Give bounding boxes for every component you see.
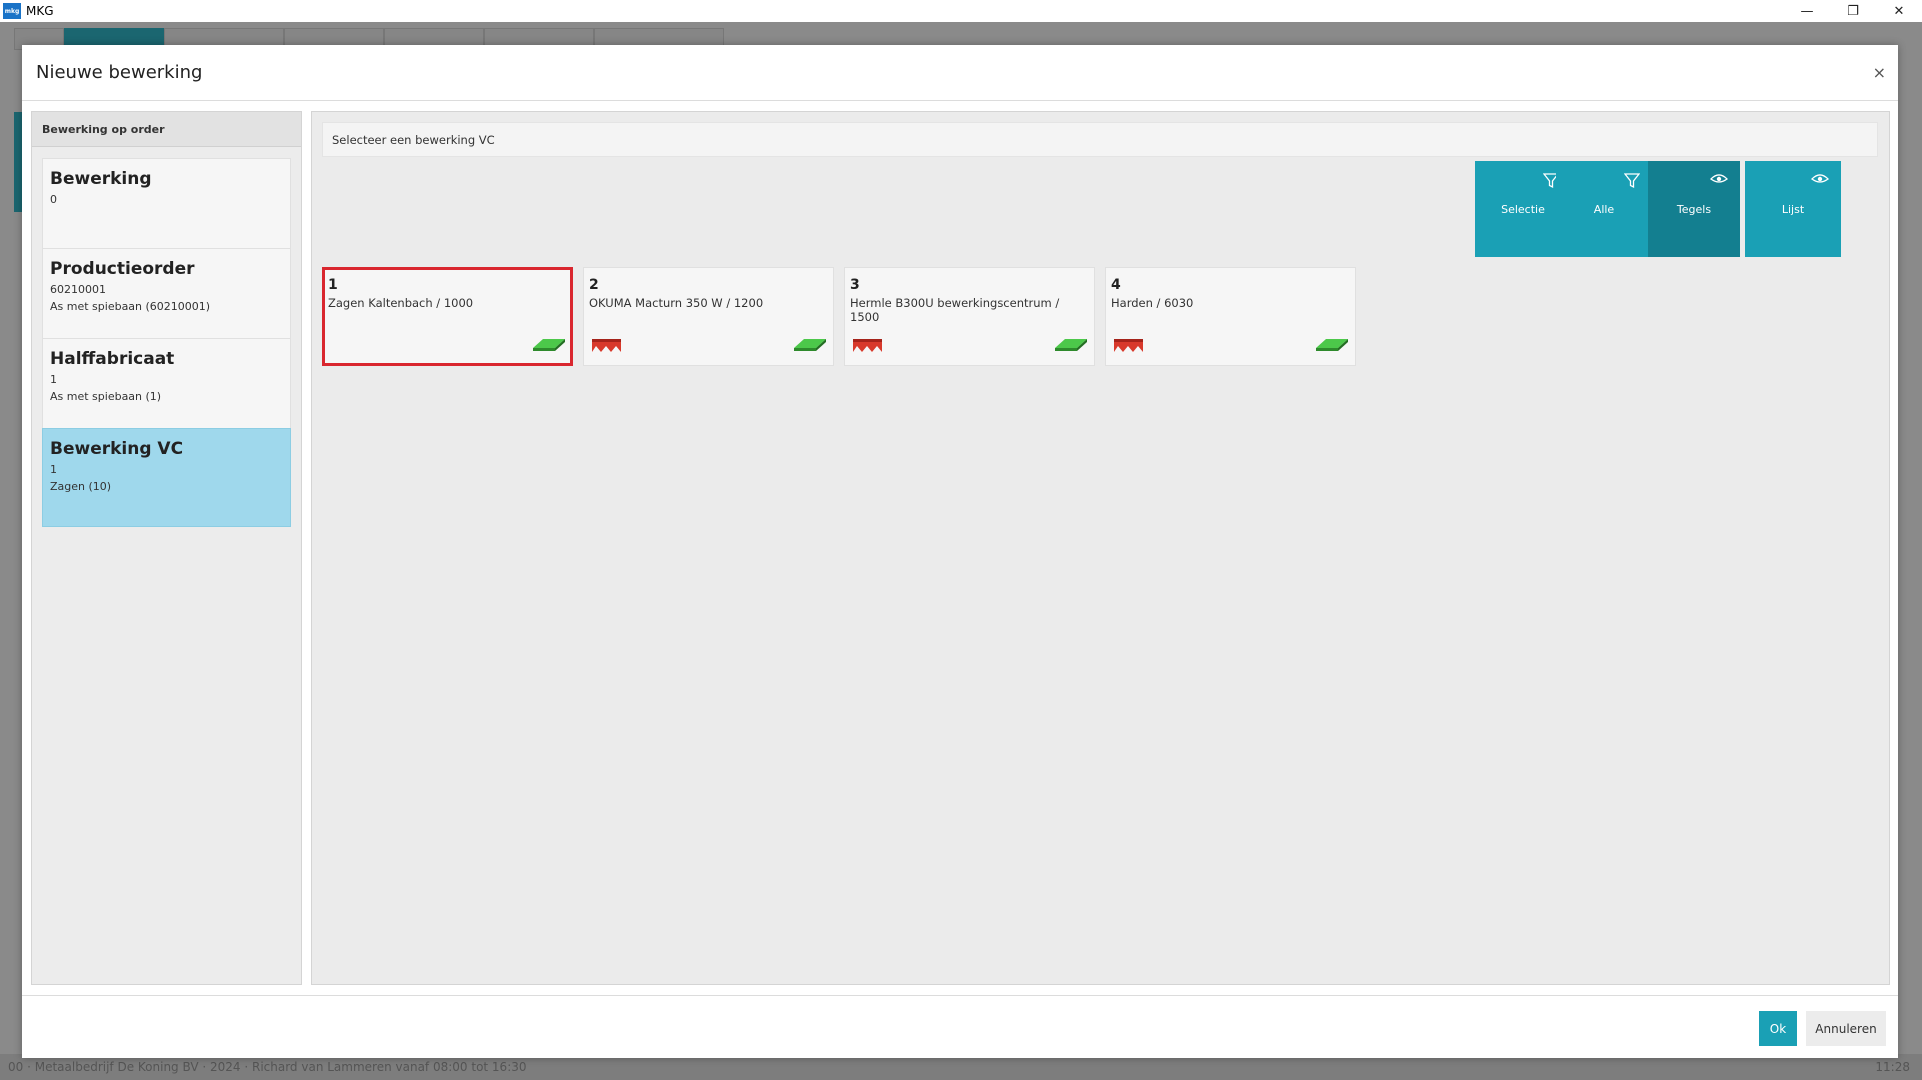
left-panel-header: Bewerking op order xyxy=(32,112,301,147)
card-title: Productieorder xyxy=(50,259,195,279)
window-title: MKG xyxy=(26,4,54,18)
operation-tile-1[interactable]: 1 Zagen Kaltenbach / 1000 xyxy=(322,267,573,366)
window-controls: — ❐ ✕ xyxy=(1784,0,1922,22)
card-bewerking-vc[interactable]: Bewerking VC 1 Zagen (10) xyxy=(42,428,291,527)
operation-tile-4[interactable]: 4 Harden / 6030 xyxy=(1105,267,1356,366)
select-prompt: Selecteer een bewerking VC xyxy=(322,122,1878,157)
restore-icon[interactable]: ❐ xyxy=(1830,0,1876,22)
bg-status-text: 00 · Metaalbedrijf De Koning BV · 2024 ·… xyxy=(8,1060,527,1074)
tile-number: 4 xyxy=(1111,277,1121,293)
card-bewerking[interactable]: Bewerking 0 xyxy=(42,158,291,257)
card-line: As met spiebaan (60210001) xyxy=(50,300,211,313)
bg-side-strip xyxy=(14,112,22,212)
cancel-button[interactable]: Annuleren xyxy=(1806,1011,1886,1046)
new-operation-dialog: Nieuwe bewerking × Bewerking op order Be… xyxy=(22,45,1898,1058)
mkg-logo-icon: mkg xyxy=(3,3,21,19)
card-line: 0 xyxy=(50,193,57,206)
green-plate-icon xyxy=(533,339,565,351)
button-label: Alle xyxy=(1593,202,1615,216)
card-line: 1 xyxy=(50,463,57,476)
tile-number: 3 xyxy=(850,277,860,293)
red-factory-icon xyxy=(853,339,882,352)
dialog-close-icon[interactable]: × xyxy=(1873,63,1886,82)
tile-description: Zagen Kaltenbach / 1000 xyxy=(328,296,474,310)
tile-description: OKUMA Macturn 350 W / 1200 xyxy=(589,296,764,310)
operation-select-panel: Selecteer een bewerking VC Selectie Alle… xyxy=(311,111,1890,985)
red-factory-icon xyxy=(1114,339,1143,352)
order-operation-panel: Bewerking op order Bewerking 0 Productie… xyxy=(31,111,302,985)
window-titlebar: mkg MKG — ❐ ✕ xyxy=(0,0,1922,22)
red-factory-icon xyxy=(592,339,621,352)
filter-icon xyxy=(1624,173,1640,189)
card-line: Zagen (10) xyxy=(50,480,112,493)
operation-tile-2[interactable]: 2 OKUMA Macturn 350 W / 1200 xyxy=(583,267,834,366)
button-label: Tegels xyxy=(1676,202,1712,216)
tile-number: 1 xyxy=(328,277,338,293)
card-title: Halffabricaat xyxy=(50,349,175,369)
tile-description: Hermle B300U bewerkingscentrum / 1500 xyxy=(850,296,1060,324)
alle-filter-button[interactable]: Alle xyxy=(1556,161,1652,257)
tegels-view-button[interactable]: Tegels xyxy=(1648,161,1740,257)
card-productieorder[interactable]: Productieorder 60210001 As met spiebaan … xyxy=(42,248,291,347)
dialog-footer: Ok Annuleren xyxy=(22,995,1898,1058)
lijst-view-button[interactable]: Lijst xyxy=(1745,161,1841,257)
green-plate-icon xyxy=(1316,339,1348,351)
dialog-title: Nieuwe bewerking xyxy=(36,62,203,83)
card-line: As met spiebaan (1) xyxy=(50,390,162,403)
eye-icon xyxy=(1710,174,1728,183)
card-line: 1 xyxy=(50,373,57,386)
green-plate-icon xyxy=(794,339,826,351)
ok-button[interactable]: Ok xyxy=(1759,1011,1797,1046)
card-title: Bewerking VC xyxy=(50,439,184,459)
card-title: Bewerking xyxy=(50,169,152,189)
card-line: 60210001 xyxy=(50,283,106,296)
minimize-icon[interactable]: — xyxy=(1784,0,1830,22)
card-halffabricaat[interactable]: Halffabricaat 1 As met spiebaan (1) xyxy=(42,338,291,437)
dialog-header: Nieuwe bewerking × xyxy=(22,45,1898,101)
window-close-icon[interactable]: ✕ xyxy=(1876,0,1922,22)
tile-description: Harden / 6030 xyxy=(1111,296,1194,310)
operation-tile-3[interactable]: 3 Hermle B300U bewerkingscentrum / 1500 xyxy=(844,267,1095,366)
green-plate-icon xyxy=(1055,339,1087,351)
button-label: Lijst xyxy=(1781,202,1805,216)
button-label: Selectie xyxy=(1501,202,1545,216)
eye-icon xyxy=(1811,174,1829,183)
tile-number: 2 xyxy=(589,277,599,293)
